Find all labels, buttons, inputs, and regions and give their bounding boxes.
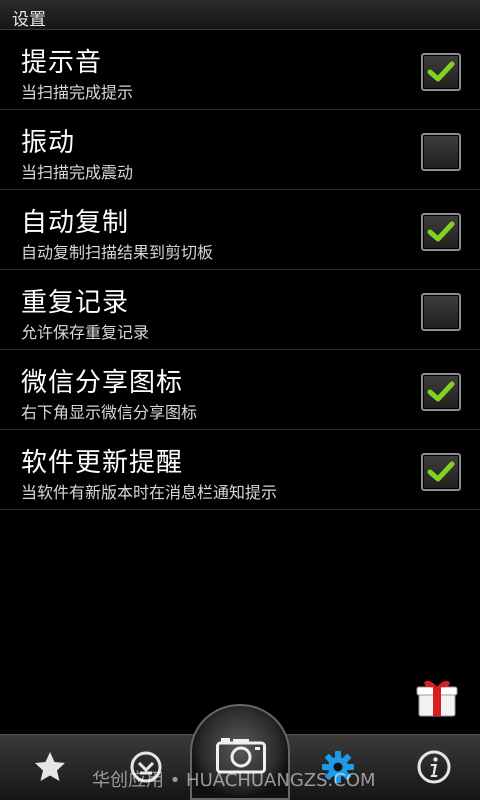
checkmark-icon — [427, 461, 455, 482]
setting-label: 微信分享图标 — [21, 368, 184, 398]
setting-label: 自动复制 — [21, 208, 130, 238]
setting-row-wechat-icon[interactable]: 微信分享图标 右下角显示微信分享图标 — [0, 350, 480, 430]
checkmark-icon — [427, 61, 455, 82]
settings-list: 提示音 当扫描完成提示 振动 当扫描完成震动 自动复制 自动复制扫描结果到剪切板… — [0, 30, 480, 510]
setting-label: 提示音 — [21, 48, 103, 78]
checkmark-icon — [427, 381, 455, 402]
gift-icon[interactable] — [416, 676, 458, 718]
setting-checkbox[interactable] — [421, 293, 461, 331]
setting-label: 软件更新提醒 — [21, 448, 184, 478]
setting-row-update[interactable]: 软件更新提醒 当软件有新版本时在消息栏通知提示 — [0, 430, 480, 510]
setting-row-autocopy[interactable]: 自动复制 自动复制扫描结果到剪切板 — [0, 190, 480, 270]
setting-label: 重复记录 — [21, 288, 130, 318]
setting-description: 当扫描完成提示 — [21, 83, 134, 102]
checkmark-icon — [427, 221, 455, 242]
star-icon[interactable] — [32, 749, 68, 785]
setting-description: 右下角显示微信分享图标 — [21, 403, 198, 422]
setting-row-vibrate[interactable]: 振动 当扫描完成震动 — [0, 110, 480, 190]
setting-label: 振动 — [21, 128, 76, 158]
setting-description: 当软件有新版本时在消息栏通知提示 — [21, 483, 278, 502]
setting-checkbox[interactable] — [421, 373, 461, 411]
setting-checkbox[interactable] — [421, 133, 461, 171]
setting-row-duplicate[interactable]: 重复记录 允许保存重复记录 — [0, 270, 480, 350]
setting-checkbox[interactable] — [421, 53, 461, 91]
setting-checkbox[interactable] — [421, 213, 461, 251]
setting-row-sound[interactable]: 提示音 当扫描完成提示 — [0, 30, 480, 110]
setting-description: 允许保存重复记录 — [21, 323, 150, 342]
setting-description: 当扫描完成震动 — [21, 163, 134, 182]
page-title: 设置 — [12, 10, 46, 30]
setting-description: 自动复制扫描结果到剪切板 — [21, 243, 214, 262]
title-bar: 设置 — [0, 0, 480, 30]
watermark-text: 华创应用 • HUACHUANGZS.COM — [92, 770, 376, 791]
info-icon[interactable] — [416, 749, 452, 785]
setting-checkbox[interactable] — [421, 453, 461, 491]
